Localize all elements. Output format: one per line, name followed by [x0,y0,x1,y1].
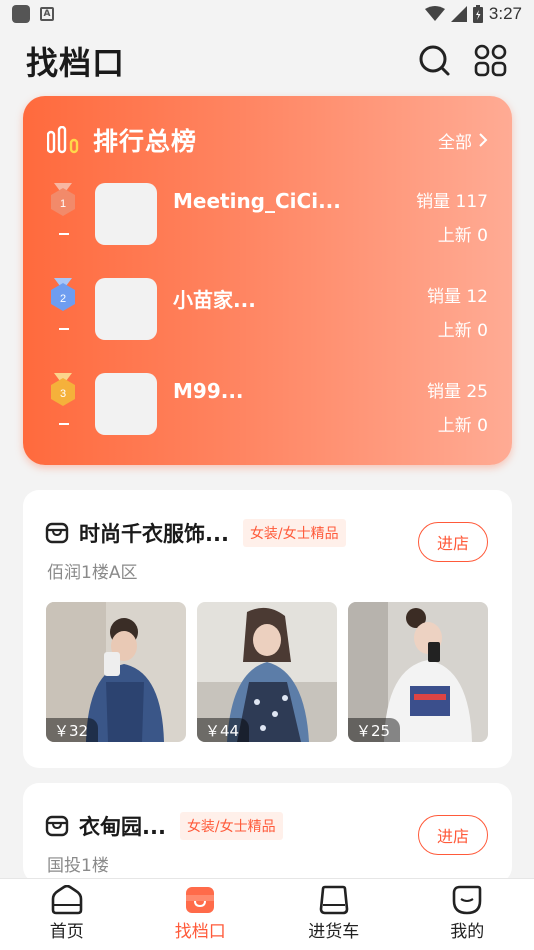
shop-icon [45,522,69,544]
sales-count: 销量 117 [416,192,488,212]
product-thumbnail[interactable]: ￥32 [46,602,186,742]
ranking-item[interactable]: 2 小苗家... 销量 12 上新 0 [23,278,512,342]
new-count: 上新 0 [437,226,488,246]
store-card[interactable]: 时尚千衣服饰... 女装/女士精品 佰润1楼A区 进店 ￥32 ￥44 ￥25 [23,490,512,768]
svg-text:3: 3 [60,388,66,400]
cart-icon [319,885,349,915]
signal-icon [450,6,467,22]
tab-label: 进货车 [308,922,360,942]
enter-store-button[interactable]: 进店 [418,815,488,855]
category-tag: 女装/女士精品 [242,519,346,547]
store-location: 国投1楼 [47,856,109,876]
chevron-right-icon [479,133,488,147]
app-notification-icon: A [40,7,54,21]
shop-name: Meeting_CiCi... [173,189,341,213]
shop-thumbnail [95,278,157,340]
svg-text:1: 1 [60,198,66,210]
home-icon [51,885,83,915]
ranking-item[interactable]: 3 M99... 销量 25 上新 0 [23,373,512,437]
app-header: 找档口 [26,38,508,84]
store-icon [186,887,215,913]
shop-thumbnail [95,183,157,245]
gold-medal-icon: 1 [49,183,77,243]
ranking-all-link[interactable]: 全部 [438,128,488,153]
tab-label: 首页 [49,922,84,942]
store-name: 时尚千衣服饰... [79,522,229,546]
page-title: 找档口 [26,44,126,82]
grid-icon [474,44,507,77]
ranking-item[interactable]: 1 Meeting_CiCi... 销量 117 上新 0 [23,183,512,247]
store-card[interactable]: 衣甸园... 女装/女士精品 国投1楼 进店 [23,783,512,883]
search-icon [419,45,450,76]
shop-thumbnail [95,373,157,435]
profile-icon [452,885,482,915]
tab-profile[interactable]: 我的 [401,879,534,950]
bottom-tab-bar: 首页 找档口 进货车 我的 [0,878,534,950]
tab-label: 我的 [450,922,485,942]
product-price: ￥44 [197,718,250,742]
battery-icon [472,5,483,23]
silver-medal-icon: 2 [49,278,77,338]
tab-find-store[interactable]: 找档口 [134,879,268,950]
ranking-bars-icon [47,126,79,154]
ranking-card: 排行总榜 全部 1 Meeting_CiCi... 销量 117 上新 0 2 … [23,96,512,465]
ranking-title: 排行总榜 [93,127,198,156]
app-badge-letter: A [43,9,51,19]
product-price: ￥25 [348,718,401,742]
search-button[interactable] [418,44,452,78]
tab-label: 找档口 [174,922,226,942]
tab-home[interactable]: 首页 [0,879,134,950]
new-count: 上新 0 [437,321,488,341]
product-price: ￥32 [46,718,99,742]
store-location: 佰润1楼A区 [47,563,138,583]
clock: 3:27 [488,4,522,23]
shop-name: M99... [173,379,244,403]
category-button[interactable] [474,44,508,78]
product-thumbnail[interactable]: ￥44 [197,602,337,742]
ranking-all-label: 全部 [438,132,472,153]
category-tag: 女装/女士精品 [179,812,283,840]
wifi-icon [424,6,445,21]
product-thumbnail[interactable]: ￥25 [348,602,488,742]
notification-icon [12,5,30,23]
bronze-medal-icon: 3 [49,373,77,433]
tab-cart[interactable]: 进货车 [267,879,401,950]
shop-name: 小苗家... [173,288,256,312]
sales-count: 销量 25 [426,382,488,402]
sales-count: 销量 12 [426,287,488,307]
svg-text:2: 2 [60,293,66,305]
status-bar: A 3:27 [0,0,534,28]
new-count: 上新 0 [437,416,488,436]
enter-store-button[interactable]: 进店 [418,522,488,562]
shop-icon [45,815,69,837]
store-name: 衣甸园... [79,815,166,839]
